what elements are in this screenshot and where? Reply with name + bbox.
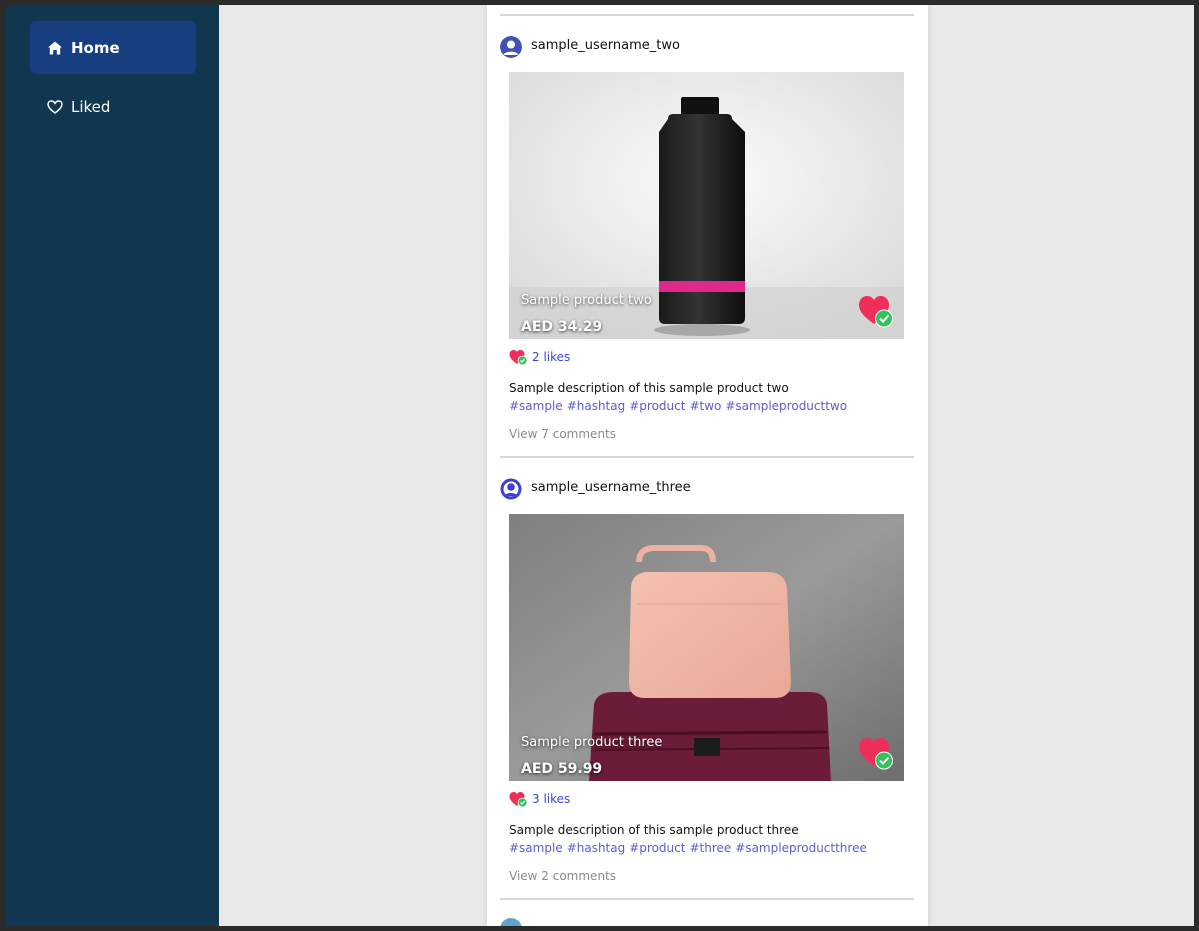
product-image[interactable]: Sample product two AED 34.29 (509, 72, 904, 339)
hashtag-link[interactable]: #hashtag (567, 841, 626, 855)
hashtag-link[interactable]: #hashtag (567, 399, 626, 413)
home-icon (47, 40, 63, 56)
likes-row: 2 likes (509, 347, 570, 367)
feed[interactable]: sample_username_two Sample product two A… (487, 5, 928, 926)
view-comments-link[interactable]: View 2 comments (509, 869, 616, 883)
heart-outline-icon (47, 99, 63, 115)
sidebar-item-label: Home (71, 38, 120, 57)
hashtag-link[interactable]: #sample (509, 841, 563, 855)
likes-count[interactable]: 2 likes (532, 350, 570, 364)
hashtag-link[interactable]: #product (629, 399, 685, 413)
hashtags: #sample #hashtag #product #three #sampleprod… (509, 841, 871, 855)
hashtag-link[interactable]: #sample (509, 399, 563, 413)
product-price: AED 59.99 (521, 761, 603, 777)
hashtag-link[interactable]: #product (629, 841, 685, 855)
post-description: Sample description of this sample produc… (509, 381, 789, 395)
hashtag-link[interactable]: #two (689, 399, 721, 413)
app-window: Home Liked sample_username_two Sample pr… (6, 5, 1194, 926)
avatar[interactable] (500, 36, 522, 58)
liked-heart-icon[interactable] (858, 735, 894, 771)
sidebar-item-home[interactable]: Home (30, 21, 196, 74)
sidebar-item-liked[interactable]: Liked (30, 80, 196, 133)
hashtag-link[interactable]: #three (689, 841, 731, 855)
avatar[interactable] (500, 478, 522, 500)
post-header (500, 476, 522, 502)
username[interactable]: sample_username_three (531, 480, 691, 495)
post-divider (500, 898, 914, 900)
hashtag-link[interactable]: #sampleproductthree (735, 841, 867, 855)
sidebar-item-label: Liked (71, 97, 111, 116)
sidebar: Home Liked (6, 5, 219, 926)
product-name: Sample product three (521, 735, 663, 750)
liked-heart-icon (509, 348, 529, 366)
post-divider (500, 14, 914, 16)
post-header (500, 34, 522, 60)
hashtags: #sample #hashtag #product #two #sampleproduc… (509, 399, 851, 413)
product-image[interactable]: Sample product three AED 59.99 (509, 514, 904, 781)
likes-row: 3 likes (509, 789, 570, 809)
post-description: Sample description of this sample produc… (509, 823, 799, 837)
avatar[interactable] (500, 918, 522, 926)
likes-count[interactable]: 3 likes (532, 792, 570, 806)
product-name: Sample product two (521, 293, 652, 308)
user-icon (500, 478, 522, 500)
liked-heart-icon (509, 790, 529, 808)
hashtag-link[interactable]: #sampleproducttwo (725, 399, 847, 413)
user-icon (500, 36, 522, 58)
liked-heart-icon[interactable] (858, 293, 894, 329)
view-comments-link[interactable]: View 7 comments (509, 427, 616, 441)
post-divider (500, 456, 914, 458)
product-price: AED 34.29 (521, 319, 603, 335)
username[interactable]: sample_username_two (531, 38, 680, 53)
